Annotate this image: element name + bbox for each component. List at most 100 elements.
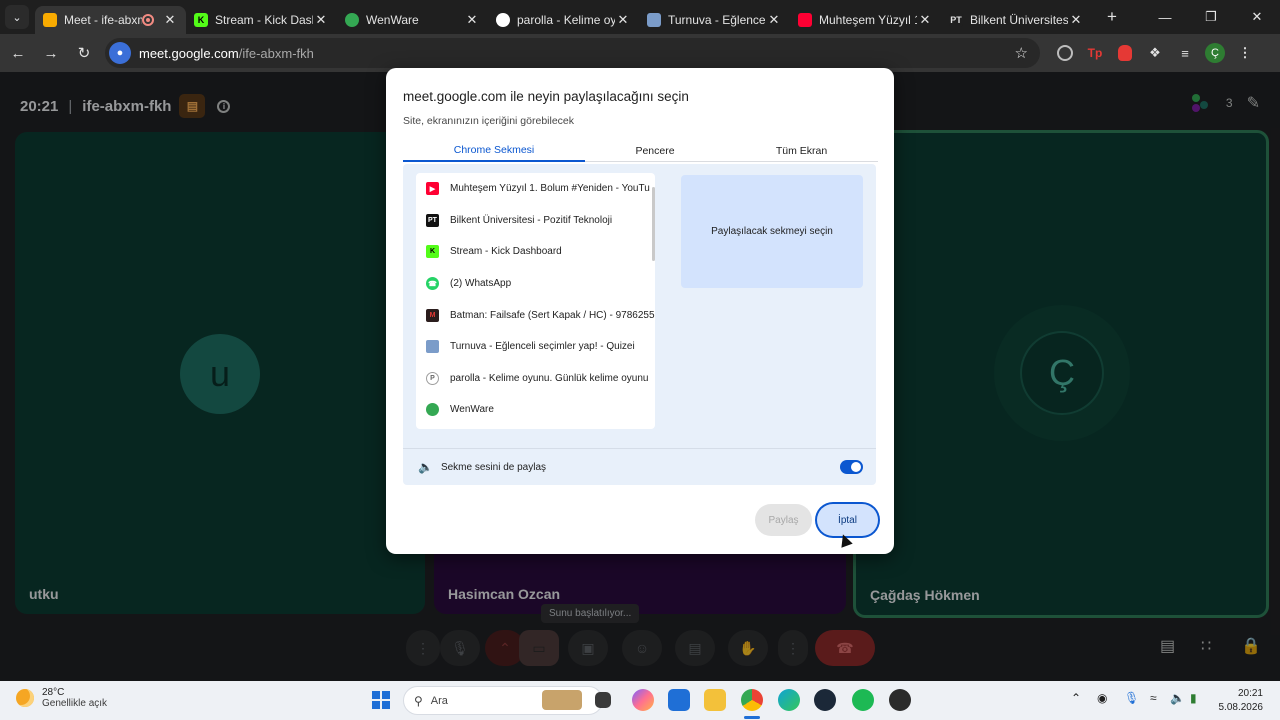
kick-favicon-icon: K [194,13,208,27]
cancel-button[interactable]: İptal [817,504,878,536]
reading-list-icon[interactable]: ≡ [1170,46,1200,61]
reload-icon[interactable]: ↻ [69,38,99,68]
chrome-icon[interactable] [741,689,763,711]
address-host: meet.google.com [139,45,239,61]
browser-tab-youtube[interactable]: Muhteşem Yüzyıl 1. B ✕ [790,6,941,34]
browser-tab-wenware[interactable]: WenWare ✕ [337,6,488,34]
tp-extension-icon[interactable]: Tp [1080,46,1110,60]
browser-tab-turnuva[interactable]: Turnuva - Eğlenceli s ✕ [639,6,790,34]
tab-title: Turnuva - Eğlenceli s [668,13,766,27]
browser-tab-meet[interactable]: Meet - ife-abxm- ✕ [35,6,186,34]
edge-icon[interactable] [778,689,800,711]
list-item[interactable]: ▶ Muhteşem Yüzyıl 1. Bolum #Yeniden - You… [416,173,655,205]
taskbar-clock[interactable]: 20:21 5.08.2026 [1219,687,1264,715]
share-preview: Paylaşılacak sekmeyi seçin [681,175,863,288]
tab-title: parolla - Kelime oyun [517,13,615,27]
browser-toolbar: ← → ↻ ● meet.google.com/ife-abxm-fkh ☆ T… [0,34,1280,72]
volume-icon[interactable]: 🔈 [1170,691,1185,705]
weather-temperature: 28°C [42,687,65,698]
list-item[interactable]: PT Bilkent Üniversitesi - Pozitif Teknolo… [416,205,655,237]
task-view-icon[interactable] [595,692,611,708]
turnuva-icon [426,340,439,354]
outlook-icon[interactable] [668,689,690,711]
close-tab-icon[interactable]: ✕ [1068,12,1084,28]
speaker-icon: 🔈 [418,460,433,474]
whatsapp-icon: ☎ [426,277,439,291]
profile-avatar[interactable]: Ç [1200,43,1230,63]
bookstore-icon: M [426,308,439,322]
tab-title: Stream - Kick Dashbo [215,13,313,27]
search-highlight-image [542,690,582,710]
close-tab-icon[interactable]: ✕ [766,12,782,28]
windows-start-icon[interactable] [372,691,390,709]
tab-list-scrollbar[interactable] [652,187,655,261]
list-item[interactable]: WenWare [416,394,655,426]
bilkent-pt-icon: PT [426,213,439,227]
tab-entire-screen[interactable]: Tüm Ekran [725,140,878,162]
window-controls: — ❐ ✕ [1142,0,1280,34]
screen-share-dialog: meet.google.com ile neyin paylaşılacağın… [386,68,894,554]
windows-taskbar: 28°C Genellikle açık ⚲ Ara ⌃ ◉ 🎙 ≈ 🔈 ▮ 2… [0,681,1280,720]
youtube-favicon-icon [798,13,812,27]
address-path: /ife-abxm-fkh [238,45,314,61]
wenware-favicon-icon [345,13,359,27]
share-source-tabs: Chrome Sekmesi Pencere Tüm Ekran [403,140,878,162]
dialog-title: meet.google.com ile neyin paylaşılacağın… [403,89,689,104]
minimize-icon[interactable]: — [1142,0,1188,34]
share-button[interactable]: Paylaş [755,504,812,536]
active-app-indicator [744,716,760,719]
github-desktop-icon[interactable] [889,689,911,711]
microphone-in-use-icon[interactable]: 🎙 [1124,691,1139,705]
share-panel: ▶ Muhteşem Yüzyıl 1. Bolum #Yeniden - You… [403,164,876,485]
list-item[interactable]: M Batman: Failsafe (Sert Kapak / HC) - 97… [416,299,655,331]
list-item[interactable]: ☎ (2) WhatsApp [416,268,655,300]
steam-icon[interactable] [814,689,836,711]
tab-search-chevron-icon[interactable]: ⌄ [5,5,29,29]
battery-icon[interactable]: ▮ [1190,691,1197,705]
browser-tab-kick[interactable]: K Stream - Kick Dashbo ✕ [186,6,337,34]
microphone-site-icon[interactable]: ● [109,42,131,64]
list-item[interactable]: K Stream - Kick Dashboard [416,236,655,268]
back-arrow-icon[interactable]: ← [3,38,33,68]
tab-window[interactable]: Pencere [585,140,725,162]
list-item[interactable]: Turnuva - Eğlenceli seçimler yap! - Quiz… [416,331,655,363]
close-tab-icon[interactable]: ✕ [162,12,178,28]
restore-icon[interactable]: ❐ [1188,0,1234,34]
clock-date: 5.08.2026 [1218,702,1264,713]
address-bar[interactable]: ● meet.google.com/ife-abxm-fkh ☆ [105,38,1040,68]
hand-extension-icon[interactable] [1110,45,1140,61]
close-window-icon[interactable]: ✕ [1234,0,1280,34]
list-item-title: (2) WhatsApp [450,278,512,290]
close-tab-icon[interactable]: ✕ [313,12,329,28]
share-audio-toggle[interactable] [840,460,863,474]
browser-tab-bilkent[interactable]: PT Bilkent Üniversitesi - ✕ [941,6,1092,34]
list-item-title: Batman: Failsafe (Sert Kapak / HC) - 978… [450,309,655,321]
list-item-title: Turnuva - Eğlenceli seçimler yap! - Quiz… [450,341,635,353]
browser-tab-parolla[interactable]: parolla - Kelime oyun ✕ [488,6,639,34]
grammarly-extension-icon[interactable] [1050,45,1080,61]
close-tab-icon[interactable]: ✕ [917,12,933,28]
new-tab-plus-icon[interactable]: + [1098,7,1126,27]
tab-title: Bilkent Üniversitesi - [970,13,1068,27]
close-tab-icon[interactable]: ✕ [464,12,480,28]
forward-arrow-icon[interactable]: → [36,38,66,68]
list-item-title: Muhteşem Yüzyıl 1. Bolum #Yeniden - YouT… [450,183,650,195]
recording-indicator-icon [142,14,154,26]
bookmark-star-icon[interactable]: ☆ [1015,44,1028,62]
tab-chrome-tab[interactable]: Chrome Sekmesi [403,140,585,162]
list-item-title: Stream - Kick Dashboard [450,246,562,258]
tray-overflow-chevron-icon[interactable]: ⌃ [1071,691,1081,705]
spotify-icon[interactable] [852,689,874,711]
wifi-icon[interactable]: ≈ [1150,691,1157,705]
extensions-puzzle-icon[interactable]: ❖ [1140,45,1170,61]
more-menu-icon[interactable]: ⋮ [1230,45,1260,61]
close-tab-icon[interactable]: ✕ [615,12,631,28]
chrome-tab-list: ▶ Muhteşem Yüzyıl 1. Bolum #Yeniden - You… [416,173,655,429]
weather-widget[interactable]: 28°C Genellikle açık [16,687,107,709]
tray-app-icon[interactable]: ◉ [1097,691,1107,705]
file-explorer-icon[interactable] [704,689,726,711]
copilot-icon[interactable] [632,689,654,711]
taskbar-search[interactable]: ⚲ Ara [403,686,603,715]
tab-title: WenWare [366,13,419,27]
list-item[interactable]: Pparolla - Kelime oyunu. Günlük kelime o… [416,363,655,395]
